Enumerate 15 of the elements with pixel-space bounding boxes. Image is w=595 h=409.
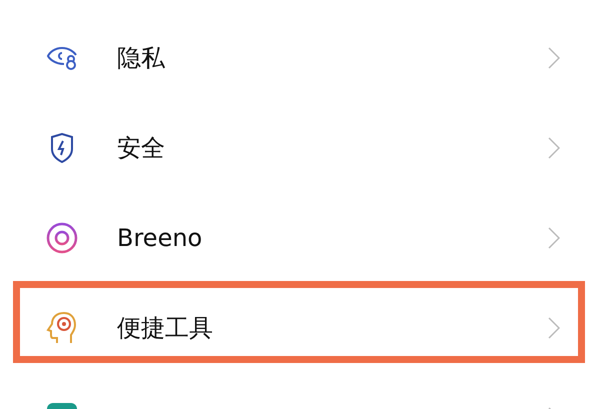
chevron-right-icon [548,317,560,339]
settings-item[interactable]: Breeno [0,193,595,283]
item-label: 便捷工具 [117,313,213,344]
chevron-right-icon [548,47,560,69]
item-label: Breeno [117,224,202,252]
ring-icon [46,222,78,254]
eye-lock-icon [46,46,78,70]
settings-item[interactable]: 隐私 [0,13,595,103]
head-target-icon [46,311,78,345]
item-label: 隐私 [117,43,165,74]
settings-item[interactable]: 安全 [0,103,595,193]
chevron-right-icon [548,137,560,159]
chevron-right-icon [548,227,560,249]
settings-item[interactable]: 便捷工具 [0,283,595,373]
item-label: 安全 [117,133,165,164]
